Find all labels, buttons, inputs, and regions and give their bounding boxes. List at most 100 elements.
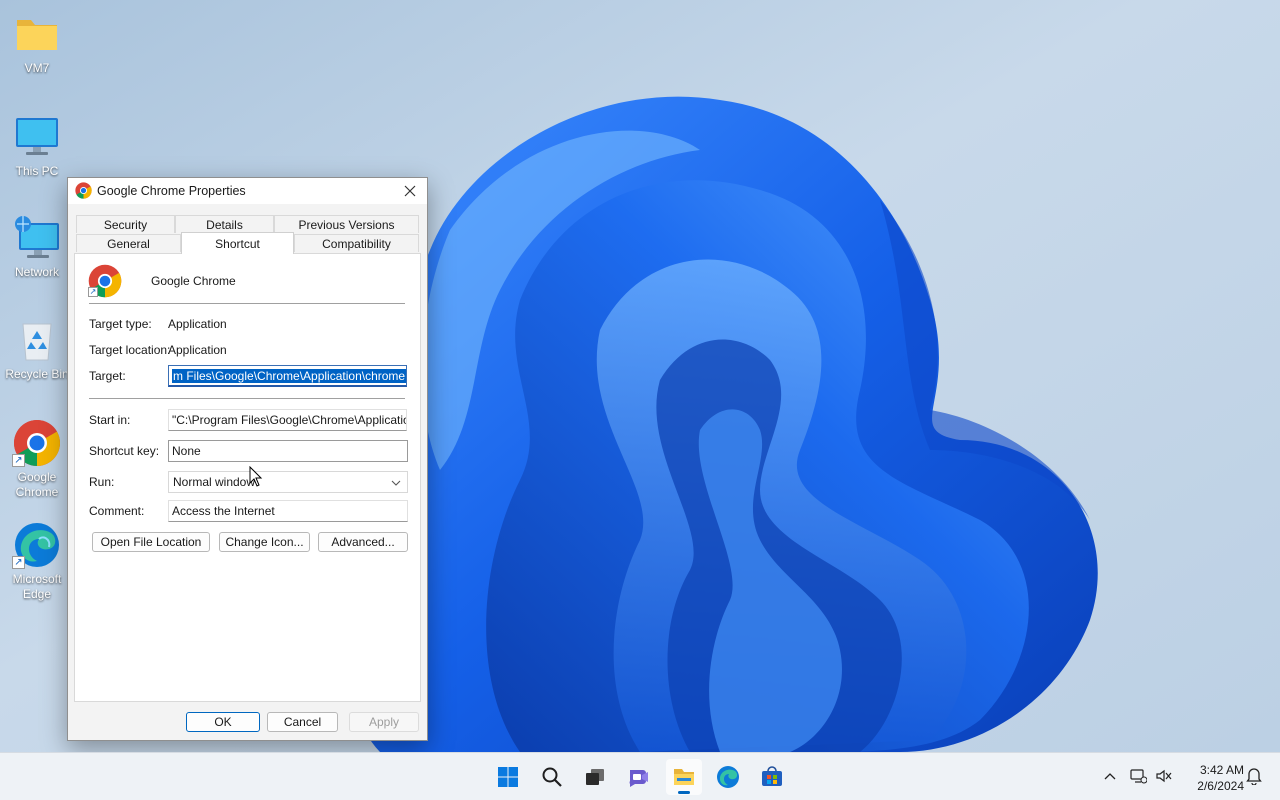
target-input[interactable]: m Files\Google\Chrome\Application\chrome… <box>168 365 407 387</box>
button-label: Open File Location <box>100 535 202 549</box>
target-type-value: Application <box>168 317 227 331</box>
clock-date: 2/6/2024 <box>1197 779 1244 793</box>
target-location-value: Application <box>168 343 227 357</box>
tab-previous-versions[interactable]: Previous Versions <box>274 215 419 233</box>
taskbar-edge-button[interactable] <box>710 759 746 795</box>
file-explorer-icon <box>674 769 694 785</box>
ok-button[interactable]: OK <box>186 712 260 732</box>
desktop-icon-label: VM7 <box>24 61 50 75</box>
monitor-icon <box>13 113 61 161</box>
desktop-icon-network[interactable]: Network <box>1 214 73 280</box>
dialog-titlebar[interactable]: Google Chrome Properties <box>68 178 427 204</box>
active-indicator <box>678 791 690 794</box>
notification-button[interactable] <box>1243 765 1265 787</box>
shortcut-arrow-icon: ↗ <box>88 287 98 297</box>
recycle-bin-icon <box>13 316 61 364</box>
advanced-button[interactable]: Advanced... <box>318 532 408 552</box>
divider <box>89 398 405 399</box>
shortcut-key-input-text: None <box>172 444 201 458</box>
run-select[interactable]: Normal window <box>168 471 408 493</box>
taskbar-chat-button[interactable] <box>621 759 657 795</box>
tab-label: Shortcut <box>215 236 260 251</box>
tab-general[interactable]: General <box>76 234 181 252</box>
search-icon <box>542 767 562 787</box>
shortcut-arrow-icon: ↗ <box>12 556 25 569</box>
tab-label: Previous Versions <box>298 217 395 232</box>
open-file-location-button[interactable]: Open File Location <box>92 532 210 552</box>
desktop-icon-microsoft-edge[interactable]: ↗ Microsoft Edge <box>1 521 73 602</box>
network-tray-button[interactable] <box>1127 765 1149 787</box>
target-input-text: m Files\Google\Chrome\Application\chrome… <box>172 368 406 383</box>
desktop-icon-label: This PC <box>15 164 59 178</box>
edge-icon <box>717 766 739 788</box>
properties-dialog: Google Chrome Properties Security Detail… <box>67 177 428 741</box>
start-in-input[interactable]: "C:\Program Files\Google\Chrome\Applicat… <box>168 409 407 431</box>
cancel-button[interactable]: Cancel <box>267 712 338 732</box>
chat-icon <box>629 770 648 787</box>
taskbar-store-button[interactable] <box>754 759 790 795</box>
taskbar-task-view-button[interactable] <box>577 759 613 795</box>
network-icon <box>13 214 61 262</box>
chrome-icon <box>75 182 92 199</box>
divider <box>89 303 405 304</box>
button-label: Advanced... <box>331 535 395 549</box>
tab-label: Security <box>103 217 148 232</box>
run-label: Run: <box>89 475 115 489</box>
show-hidden-icons-button[interactable] <box>1099 765 1121 787</box>
target-label: Target: <box>89 369 126 383</box>
edge-icon: ↗ <box>12 521 61 569</box>
tab-compatibility[interactable]: Compatibility <box>294 234 419 252</box>
shortcut-arrow-icon: ↗ <box>12 454 25 467</box>
chevron-down-icon <box>391 477 401 491</box>
button-label: Change Icon... <box>225 535 304 549</box>
desktop-icon-vm7[interactable]: VM7 <box>1 10 73 76</box>
chrome-app-icon: ↗ <box>88 264 122 298</box>
store-icon <box>762 766 782 786</box>
taskbar-clock[interactable]: 3:42 AM 2/6/2024 <box>1184 762 1244 794</box>
start-in-input-text: "C:\Program Files\Google\Chrome\Applicat… <box>172 413 407 427</box>
desktop-icon-label: Microsoft Edge <box>12 572 62 601</box>
volume-tray-button[interactable] <box>1153 765 1175 787</box>
desktop-icon-google-chrome[interactable]: ↗ Google Chrome <box>1 419 73 500</box>
taskbar-search-button[interactable] <box>534 759 570 795</box>
tab-security[interactable]: Security <box>76 215 175 233</box>
clock-time: 3:42 AM <box>1199 763 1244 777</box>
tab-label: Compatibility <box>322 236 391 251</box>
desktop-icon-label: Recycle Bin <box>5 367 69 381</box>
chrome-icon: ↗ <box>12 419 61 467</box>
button-label: OK <box>214 715 232 729</box>
change-icon-button[interactable]: Change Icon... <box>219 532 310 552</box>
taskbar-start-button[interactable] <box>490 759 526 795</box>
close-button[interactable] <box>393 178 427 204</box>
desktop-icon-label: Network <box>14 265 59 279</box>
tab-shortcut[interactable]: Shortcut <box>181 232 294 254</box>
button-label: Cancel <box>283 715 322 729</box>
taskbar: 3:42 AM 2/6/2024 <box>0 752 1280 800</box>
comment-input-text: Access the Internet <box>172 504 275 518</box>
tab-label: Details <box>206 217 243 232</box>
tab-details[interactable]: Details <box>175 215 274 233</box>
shortcut-key-label: Shortcut key: <box>89 444 160 458</box>
shortcut-key-input[interactable]: None <box>168 440 408 462</box>
volume-muted-icon <box>1156 769 1172 783</box>
taskbar-file-explorer-button[interactable] <box>666 759 702 795</box>
apply-button[interactable]: Apply <box>349 712 419 732</box>
desktop-icon-this-pc[interactable]: This PC <box>1 113 73 179</box>
start-in-label: Start in: <box>89 413 131 427</box>
dialog-title: Google Chrome Properties <box>97 184 246 198</box>
target-type-label: Target type: <box>89 317 152 331</box>
folder-icon <box>13 10 61 58</box>
desktop-icon-label: Google Chrome <box>15 470 59 499</box>
shortcut-panel: ↗ Google Chrome Target type: Application… <box>74 253 421 702</box>
close-icon <box>404 185 416 197</box>
comment-input[interactable]: Access the Internet <box>168 500 408 522</box>
comment-label: Comment: <box>89 504 145 518</box>
windows-start-icon <box>498 767 518 787</box>
app-name: Google Chrome <box>151 274 236 288</box>
run-select-value: Normal window <box>173 475 256 489</box>
mouse-cursor-icon <box>249 465 263 488</box>
task-view-icon <box>586 769 604 785</box>
notification-bell-icon <box>1246 768 1262 785</box>
desktop-icon-recycle-bin[interactable]: Recycle Bin <box>1 316 73 382</box>
chevron-up-icon <box>1104 773 1116 780</box>
